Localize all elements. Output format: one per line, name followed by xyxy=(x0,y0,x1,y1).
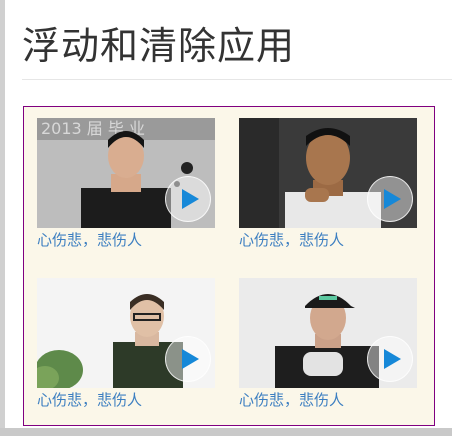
title-divider xyxy=(22,79,452,80)
video-thumbnail[interactable] xyxy=(239,118,417,228)
play-icon[interactable] xyxy=(367,176,413,222)
left-scroll-edge xyxy=(0,0,5,436)
play-icon[interactable] xyxy=(367,336,413,382)
video-card[interactable]: 心伤悲，悲伤人 xyxy=(239,118,417,254)
video-thumbnail[interactable] xyxy=(239,278,417,388)
video-thumbnail[interactable] xyxy=(37,278,215,388)
play-icon[interactable] xyxy=(165,176,211,222)
video-caption[interactable]: 心伤悲，悲伤人 xyxy=(239,230,344,250)
video-caption[interactable]: 心伤悲，悲伤人 xyxy=(37,230,142,250)
page-title: 浮动和清除应用 xyxy=(22,24,296,68)
video-card[interactable]: 2013 届 毕 业 心伤悲，悲伤人 xyxy=(37,118,215,254)
horizontal-scrollbar[interactable] xyxy=(0,428,452,436)
video-caption[interactable]: 心伤悲，悲伤人 xyxy=(239,390,344,410)
video-card[interactable]: 心伤悲，悲伤人 xyxy=(37,278,215,414)
video-caption[interactable]: 心伤悲，悲伤人 xyxy=(37,390,142,410)
video-thumbnail[interactable]: 2013 届 毕 业 xyxy=(37,118,215,228)
video-grid-container: 2013 届 毕 业 心伤悲，悲伤人 心伤悲，悲伤人 心伤悲，悲伤人 心伤悲，悲… xyxy=(23,106,435,426)
video-card[interactable]: 心伤悲，悲伤人 xyxy=(239,278,417,414)
play-icon[interactable] xyxy=(165,336,211,382)
